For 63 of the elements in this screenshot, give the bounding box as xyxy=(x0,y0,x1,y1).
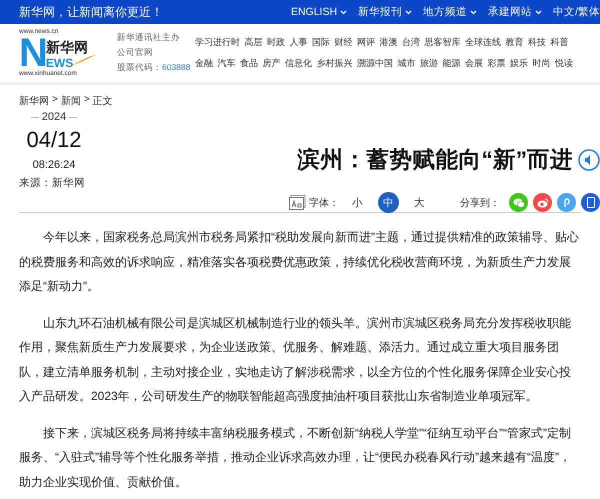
nav-link[interactable]: 高层 xyxy=(244,36,262,49)
article-paragraph: 山东九环石油机械有限公司是滨城区机械制造行业的领头羊。滨州市滨城区税务局充分发挥税收职能作用，聚焦新质生产力发展要求，为企业送政策、优服务、解难题、添活力。通过成立重大项目服务团队，建立清单服务机制，主动对接企业，实地走访了解涉税需求，以全方位的个性化服务保障企业安心投入产品研发。2023年，公司研发生产的物联智能超高强度抽油杆项目获批山东省制造业单项冠军。 xyxy=(19,314,572,405)
phone-share-icon[interactable] xyxy=(581,193,600,212)
nav-link[interactable]: 食品 xyxy=(240,57,258,70)
nav-link[interactable]: 汽车 xyxy=(218,57,236,70)
nav-link[interactable]: 时尚 xyxy=(532,57,550,70)
top-link[interactable]: 承建网站 xyxy=(488,5,542,19)
date-time: 08:26:24 xyxy=(32,159,76,171)
nav-link[interactable]: 国际 xyxy=(312,36,330,49)
slogan: 新华网，让新闻离你更近！ xyxy=(19,4,163,20)
nav-link[interactable]: 时政 xyxy=(267,36,285,49)
nav-link[interactable]: 城市 xyxy=(398,57,416,70)
font-size-option[interactable]: 大 xyxy=(409,192,430,213)
nav-link[interactable]: 乡村振兴 xyxy=(316,57,352,70)
nav-link[interactable]: 溯源中国 xyxy=(357,57,393,70)
nav-link[interactable]: 网评 xyxy=(357,36,375,49)
nav-link[interactable]: 悦读 xyxy=(555,57,573,70)
nav-link[interactable]: 港澳 xyxy=(380,36,398,49)
breadcrumb-separator: > xyxy=(52,94,58,107)
top-link[interactable]: 地方频道 xyxy=(423,5,478,19)
link-share-icon[interactable] xyxy=(557,193,576,212)
nav-link[interactable]: 金融 xyxy=(195,57,213,70)
article-paragraph: 接下来，滨城区税务局将持续丰富纳税服务模式，不断创新“纳税人学堂”“征纳互动平台”“管家式”定制服务、“入驻式”辅导等个性化服务举措，推动企业诉求高效办理，让“便民办税春风行动”越来越有“温度”，助力企业实现价值、贡献价值。 xyxy=(19,424,572,490)
nav-link[interactable]: 思客智库 xyxy=(424,36,460,49)
article-paragraph: 今年以来，国家税务总局滨州市税务局紧扣“税助发展向新而进”主题，通过提供精准的政策辅导、贴心的税费服务和高效的诉求响应，精准落实各项税费优惠政策，持续优化税收营商环境，为新质生产力发展添足“新动力”。 xyxy=(19,229,580,295)
nav-link[interactable]: 娱乐 xyxy=(510,57,528,70)
breadcrumb-link[interactable]: 新华网 xyxy=(19,94,49,108)
font-size-option[interactable]: 小 xyxy=(347,192,368,213)
nav-link[interactable]: 台湾 xyxy=(402,36,420,49)
logo-letters: EWS xyxy=(46,56,74,70)
font-size-option[interactable]: 中 xyxy=(378,192,399,213)
date-year: 2024 xyxy=(30,111,78,123)
nav-link[interactable]: 能源 xyxy=(442,57,460,70)
article-title: 滨州：蓄势赋能向“新”而进 xyxy=(298,146,573,174)
eye-share-icon[interactable] xyxy=(533,193,552,212)
share-label: 分享到： xyxy=(460,196,500,210)
breadcrumb-link[interactable]: 正文 xyxy=(92,94,113,108)
top-link[interactable]: 中文/繁体 xyxy=(553,5,600,19)
nav-link[interactable]: 房产 xyxy=(262,57,280,70)
nav-link[interactable]: 科技 xyxy=(528,36,546,49)
chat-share-icon[interactable] xyxy=(509,193,528,212)
font-size-icon xyxy=(289,195,306,210)
nav-link[interactable]: 会展 xyxy=(465,57,483,70)
nav-link[interactable]: 彩票 xyxy=(488,57,506,70)
nav-link[interactable]: 财经 xyxy=(334,36,352,49)
site-label: 公司官网 xyxy=(117,47,154,59)
nav-link[interactable]: 旅游 xyxy=(420,57,438,70)
date-day: 04/12 xyxy=(26,127,82,153)
nav-link[interactable]: 教育 xyxy=(506,36,524,49)
source-text: 来源：新华网 xyxy=(19,176,85,190)
speaker-icon[interactable] xyxy=(578,148,600,170)
nav-link[interactable]: 人事 xyxy=(290,36,308,49)
top-link[interactable]: ENGLISH xyxy=(290,6,348,18)
nav-link[interactable]: 信息化 xyxy=(285,57,312,70)
nav-link[interactable]: 科普 xyxy=(550,36,568,49)
publisher-text: 新华通讯社主办 xyxy=(117,32,181,44)
nav-link[interactable]: 学习进行时 xyxy=(195,36,240,49)
nav-link[interactable]: 全球连线 xyxy=(465,36,501,49)
font-size-label: 字体： xyxy=(309,196,339,210)
breadcrumb-separator: > xyxy=(84,94,90,107)
top-link[interactable]: 新华报刊 xyxy=(358,5,412,19)
breadcrumb-link[interactable]: 新闻 xyxy=(60,94,81,108)
logo-name: 新华网 xyxy=(46,39,88,56)
